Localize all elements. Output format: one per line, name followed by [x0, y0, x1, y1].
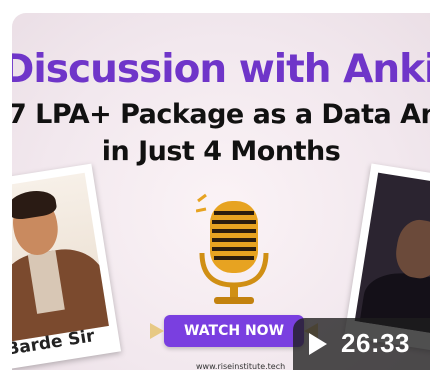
microphone-icon [196, 193, 269, 304]
play-icon[interactable] [309, 333, 327, 355]
thumbnail-title-line2: 7 LPA+ Package as a Data Analy [12, 99, 430, 130]
video-thumbnail[interactable]: Discussion with Ankit B 7 LPA+ Package a… [12, 13, 430, 370]
duration-overlay[interactable]: 26:33 [293, 318, 430, 370]
thumbnail-title-line3: in Just 4 Months [101, 136, 341, 167]
watch-now-button[interactable]: WATCH NOW [150, 315, 318, 347]
video-duration: 26:33 [341, 328, 410, 358]
watch-now-label: WATCH NOW [183, 323, 285, 339]
left-ornament-icon [150, 323, 164, 339]
website-url: www.riseinstitute.tech [196, 362, 286, 370]
thumbnail-title-line1: Discussion with Ankit B [12, 47, 430, 92]
